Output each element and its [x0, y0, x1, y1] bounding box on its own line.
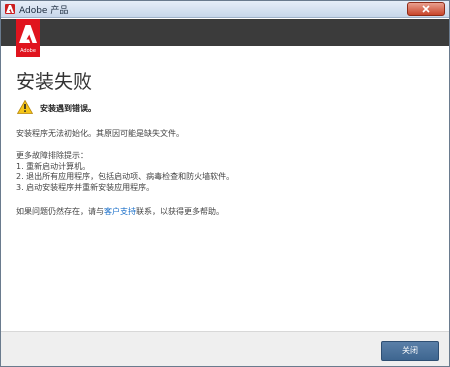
contact-suffix: 联系，以获得更多帮助。 [136, 207, 224, 216]
window-close-button[interactable] [407, 2, 445, 16]
footer-bar: 关闭 [1, 331, 449, 366]
installer-window: Adobe 产品 Adobe 安装失败 安装遇到错误。 安装程序无法初始化。其原… [0, 0, 450, 367]
title-bar: Adobe 产品 [1, 1, 449, 18]
adobe-logo: Adobe [16, 19, 40, 57]
contact-message: 如果问题仍然存在，请与客户支持联系，以获得更多帮助。 [16, 206, 224, 217]
contact-prefix: 如果问题仍然存在，请与 [16, 207, 104, 216]
adobe-app-icon [5, 4, 15, 14]
tip-item: 3. 启动安装程序并重新安装应用程序。 [16, 182, 155, 192]
error-description: 安装程序无法初始化。其原因可能是缺失文件。 [16, 129, 184, 138]
warning-icon [16, 99, 34, 117]
customer-support-link[interactable]: 客户支持 [104, 207, 136, 216]
logo-text: Adobe [20, 48, 36, 54]
close-button[interactable]: 关闭 [381, 341, 439, 361]
warning-message: 安装遇到错误。 [40, 104, 96, 113]
adobe-logo-icon [19, 25, 37, 43]
window-title: Adobe 产品 [19, 6, 69, 16]
tips-title: 更多故障排除提示： [16, 151, 88, 160]
tip-item: 1. 重新启动计算机。 [16, 161, 91, 171]
tip-item: 2. 退出所有应用程序，包括启动项、病毒检查和防火墙软件。 [16, 172, 235, 181]
close-icon [422, 5, 430, 13]
header-band [1, 19, 449, 46]
troubleshooting-tips: 更多故障排除提示： 1. 重新启动计算机。 2. 退出所有应用程序，包括启动项、… [16, 151, 234, 193]
page-title: 安装失败 [16, 71, 93, 93]
